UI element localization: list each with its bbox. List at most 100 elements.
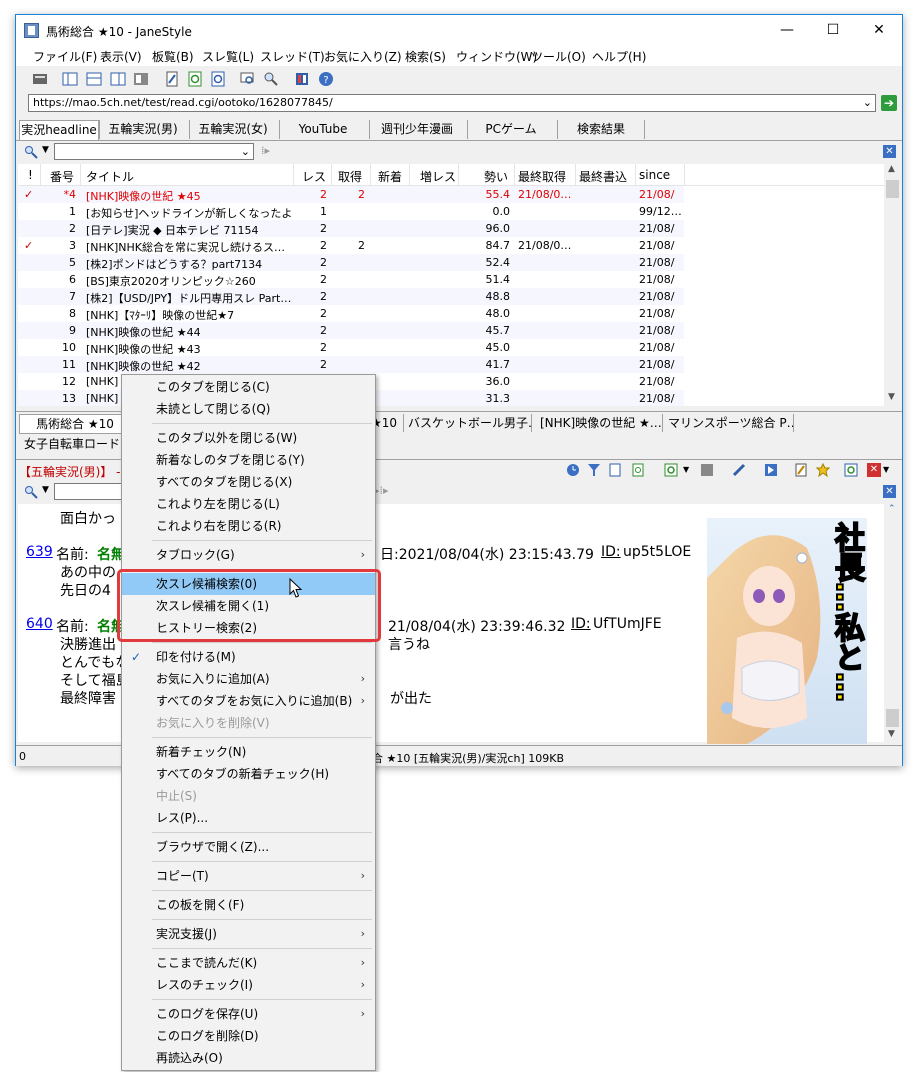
tab-board-manga[interactable]: 週刊少年漫画 bbox=[369, 120, 464, 139]
board-list-icon[interactable] bbox=[32, 71, 48, 87]
col-res[interactable]: レス bbox=[302, 168, 326, 185]
menu-item[interactable]: コピー(T) › bbox=[122, 865, 375, 887]
chevron-down-icon[interactable]: ⌄ bbox=[863, 96, 872, 109]
search-thread-icon[interactable] bbox=[240, 71, 256, 87]
table-row[interactable]: 8 [NHK]【ﾏﾀｰﾘ】映像の世紀★7 2 48.0 21/08/ bbox=[18, 305, 884, 322]
col-since[interactable]: since bbox=[639, 168, 670, 182]
reload-doc-icon[interactable] bbox=[631, 463, 645, 477]
tab-thread-basketball[interactable]: バスケットボール男子… bbox=[408, 414, 532, 432]
table-row[interactable]: 5 [株2]ポンドはどうする？part7134 2 52.4 21/08/ bbox=[18, 254, 884, 271]
filter-nav-icon[interactable]: ⁞▸ bbox=[261, 144, 270, 157]
pen-icon[interactable] bbox=[732, 463, 746, 477]
thread-filter-combo[interactable] bbox=[54, 483, 124, 500]
close-thread-icon[interactable]: ✕ bbox=[867, 463, 881, 477]
menu-item[interactable]: これより右を閉じる(R) bbox=[122, 515, 375, 537]
col-number[interactable]: 番号 bbox=[50, 168, 74, 185]
menu-favorites[interactable]: お気に入り(Z) bbox=[324, 48, 402, 65]
maximize-button[interactable]: ☐ bbox=[810, 15, 856, 46]
post-id-label[interactable]: ID: bbox=[571, 616, 591, 632]
refresh-thread-icon[interactable] bbox=[844, 463, 858, 477]
menu-board[interactable]: 板覧(B) bbox=[152, 48, 194, 65]
menu-file[interactable]: ファイル(F) bbox=[33, 48, 97, 65]
table-row[interactable]: 6 [BS]東京2020オリンピック☆260 2 51.4 21/08/ bbox=[18, 271, 884, 288]
table-row[interactable]: 10 [NHK]映像の世紀 ★43 2 45.0 21/08/ bbox=[18, 339, 884, 356]
menu-tools[interactable]: ツール(O) bbox=[531, 48, 586, 65]
col-got[interactable]: 取得 bbox=[338, 168, 362, 185]
col-new[interactable]: 新着 bbox=[378, 168, 402, 185]
go-button[interactable]: ➔ bbox=[881, 95, 897, 111]
menu-item[interactable]: すべてのタブを閉じる(X) bbox=[122, 471, 375, 493]
layout-1-icon[interactable] bbox=[62, 71, 78, 87]
tab-board-gorin-women[interactable]: 五輪実況(女) bbox=[189, 120, 276, 139]
menu-item[interactable]: これより左を閉じる(L) bbox=[122, 493, 375, 515]
menu-thread[interactable]: スレッド(T) bbox=[260, 48, 325, 65]
menu-item[interactable]: レス(P)... bbox=[122, 807, 375, 829]
menu-item[interactable]: タブロック(G) › bbox=[122, 544, 375, 566]
tab-thread-nhk[interactable]: [NHK]映像の世紀 ★… bbox=[540, 414, 663, 432]
post-id-label[interactable]: ID: bbox=[601, 544, 621, 560]
document-icon[interactable] bbox=[608, 463, 622, 477]
menu-item[interactable]: 再読込み(O) bbox=[122, 1047, 375, 1069]
col-ikioi[interactable]: 勢い bbox=[484, 168, 508, 185]
search-icon[interactable] bbox=[24, 485, 38, 499]
close-icon[interactable]: ✕ bbox=[883, 145, 896, 158]
find-icon[interactable] bbox=[263, 71, 279, 87]
update-dropdown-icon[interactable]: ▼ bbox=[683, 465, 689, 474]
search-dropdown-icon[interactable]: ▼ bbox=[42, 485, 49, 495]
filter-combo[interactable]: ⌄ bbox=[54, 143, 254, 160]
table-row[interactable]: 2 [日テレ]実況 ◆ 日本テレビ 71154 2 96.0 21/08/ bbox=[18, 220, 884, 237]
jump-icon[interactable] bbox=[764, 463, 778, 477]
menu-item[interactable]: すべてのタブの新着チェック(H) bbox=[122, 763, 375, 785]
close-icon[interactable]: ✕ bbox=[883, 485, 896, 498]
thread-list-scrollbar[interactable]: ▲ ▼ bbox=[884, 164, 901, 406]
menu-item[interactable]: このタブ以外を閉じる(W) bbox=[122, 427, 375, 449]
menu-item[interactable]: このログを削除(D) bbox=[122, 1025, 375, 1047]
col-increase[interactable]: 増レス bbox=[420, 168, 456, 185]
tab-search-results[interactable]: 検索結果 bbox=[557, 120, 645, 139]
menu-item[interactable]: 実況支援(J) › bbox=[122, 923, 375, 945]
tab-board-headline[interactable]: 実況headline bbox=[19, 120, 99, 140]
menu-search[interactable]: 検索(S) bbox=[405, 48, 446, 65]
table-row[interactable]: ✓ 3 [NHK]NHK総合を常に実況し続けるス… 2 2 84.7 21/08/0… 21/… bbox=[18, 237, 884, 254]
menu-item[interactable]: 未読として閉じる(Q) bbox=[122, 398, 375, 420]
close-button[interactable]: ✕ bbox=[856, 15, 902, 46]
col-title[interactable]: タイトル bbox=[86, 168, 134, 185]
write-icon[interactable] bbox=[164, 71, 180, 87]
refresh-all-icon[interactable] bbox=[210, 71, 226, 87]
menu-threadlist[interactable]: スレ覧(L) bbox=[202, 48, 254, 65]
title-bar[interactable]: 馬術総合 ★10 - JaneStyle — ☐ ✕ bbox=[16, 15, 902, 46]
address-bar[interactable]: https://mao.5ch.net/test/read.cgi/ootoko… bbox=[28, 94, 876, 112]
menu-item[interactable]: レスのチェック(I) › bbox=[122, 974, 375, 996]
table-row[interactable]: 7 [株2]【USD/JPY】ドル円専用スレ Part… 2 48.8 21/08/ bbox=[18, 288, 884, 305]
tab-board-youtube[interactable]: YouTube bbox=[279, 120, 366, 139]
col-last-write[interactable]: 最終書込 bbox=[579, 168, 627, 185]
ad-banner[interactable]: 社長…私と… bbox=[707, 518, 867, 744]
close-dropdown-icon[interactable]: ▼ bbox=[883, 465, 889, 474]
menu-view[interactable]: 表示(V) bbox=[100, 48, 142, 65]
search-dropdown-icon[interactable]: ▼ bbox=[42, 145, 49, 155]
tab-thread-cycling[interactable]: 女子自転車ロードレ bbox=[24, 435, 132, 453]
filter-nav-icon[interactable]: ▸⁞▸ bbox=[374, 484, 389, 497]
scroll-thumb[interactable] bbox=[886, 180, 899, 198]
menu-item[interactable]: このログを保存(U) › bbox=[122, 1003, 375, 1025]
table-row[interactable]: 9 [NHK]映像の世紀 ★44 2 45.7 21/08/ bbox=[18, 322, 884, 339]
menu-item[interactable]: お気に入りに追加(A) › bbox=[122, 668, 375, 690]
menu-item[interactable]: このタブを閉じる(C) bbox=[122, 376, 375, 398]
scroll-thumb[interactable] bbox=[886, 709, 899, 727]
tab-thread-bajutsu[interactable]: 馬術総合 ★10 bbox=[19, 414, 131, 434]
table-row[interactable]: 1 [お知らせ]ヘッドラインが新しくなったよ 1 0.0 99/12… bbox=[18, 203, 884, 220]
menu-item[interactable]: すべてのタブをお気に入りに追加(B) › bbox=[122, 690, 375, 712]
minimize-button[interactable]: — bbox=[764, 15, 810, 46]
col-last-get[interactable]: 最終取得 bbox=[518, 168, 566, 185]
post-number-link[interactable]: 639 bbox=[26, 544, 53, 560]
table-row[interactable]: ✓ *4 [NHK]映像の世紀 ★45 2 2 55.4 21/08/0… 21/08/ bbox=[18, 186, 884, 203]
tab-board-gorin-men[interactable]: 五輪実況(男) bbox=[99, 120, 186, 139]
menu-item[interactable]: ここまで読んだ(K) › bbox=[122, 952, 375, 974]
menu-item[interactable]: ブラウザで開く(Z)... bbox=[122, 836, 375, 858]
layout-2-icon[interactable] bbox=[86, 71, 102, 87]
col-mark[interactable]: ! bbox=[28, 168, 33, 182]
layout-4-icon[interactable] bbox=[133, 71, 149, 87]
menu-item[interactable]: 新着なしのタブを閉じる(Y) bbox=[122, 449, 375, 471]
search-icon[interactable] bbox=[24, 145, 38, 159]
update-icon[interactable] bbox=[664, 463, 678, 477]
